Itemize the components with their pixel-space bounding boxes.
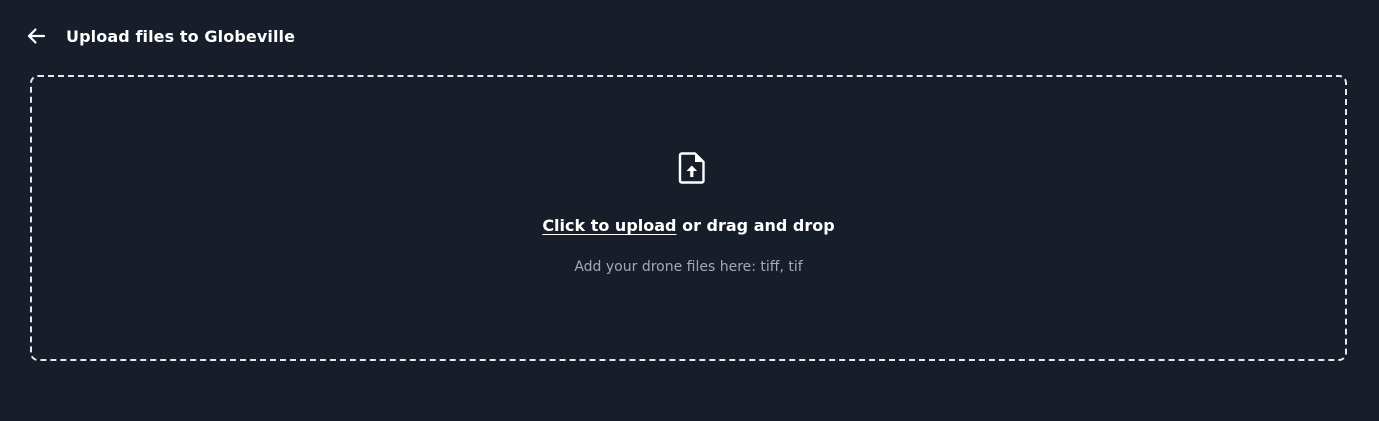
upload-prompt: Click to upload or drag and drop <box>32 216 1345 235</box>
header: Upload files to Globeville <box>24 22 295 50</box>
click-to-upload-link[interactable]: Click to upload <box>542 216 676 235</box>
file-dropzone[interactable]: Click to upload or drag and drop Add you… <box>30 75 1347 361</box>
back-button[interactable] <box>24 24 48 48</box>
file-types-hint: Add your drone files here: tiff, tif <box>574 259 803 275</box>
page-title: Upload files to Globeville <box>66 26 296 46</box>
drag-and-drop-text: or drag and drop <box>676 216 835 235</box>
arrow-left-icon <box>25 25 47 47</box>
file-upload-icon <box>678 151 706 185</box>
